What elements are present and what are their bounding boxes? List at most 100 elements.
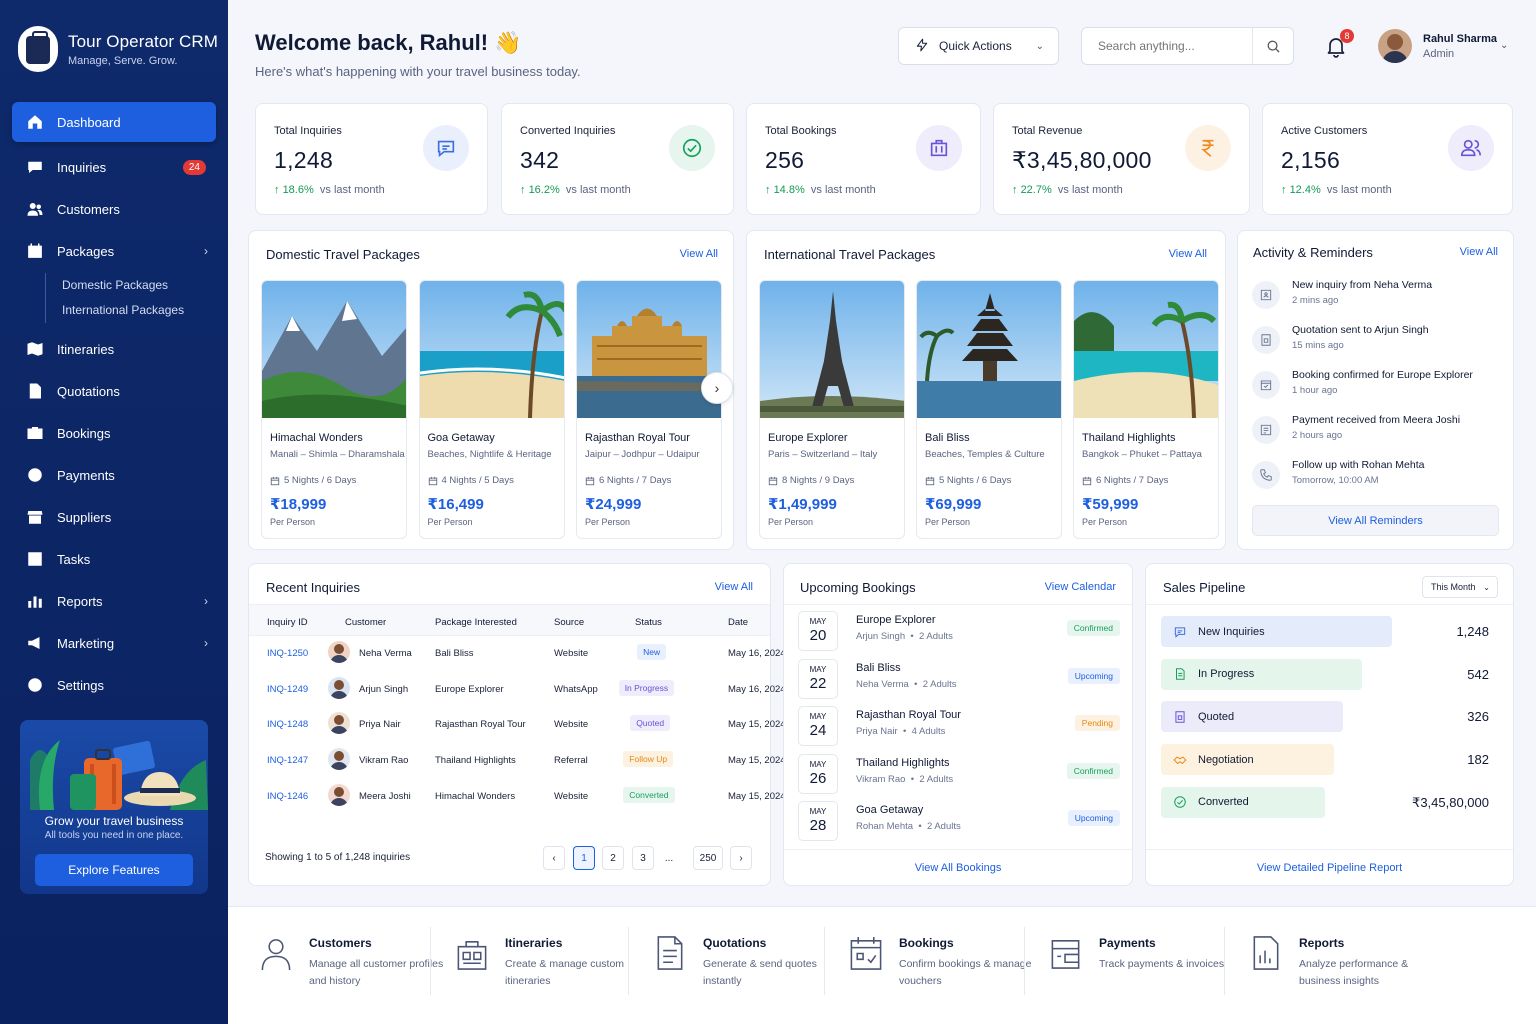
- calendar-icon: [26, 242, 44, 260]
- sidebar-item-customers[interactable]: Customers: [12, 189, 216, 229]
- booking-day: 22: [809, 674, 827, 692]
- status-badge: Confirmed: [1066, 762, 1120, 779]
- calendar-outline-icon: [849, 935, 883, 971]
- column-header-date[interactable]: Date: [728, 617, 748, 628]
- activity-item[interactable]: Booking confirmed for Europe Explorer 1 …: [1252, 369, 1502, 409]
- customer-name: Vikram Rao: [359, 755, 409, 767]
- column-header-inquiry-id[interactable]: Inquiry ID: [267, 617, 308, 628]
- chevron-down-icon[interactable]: ⌄: [1500, 40, 1508, 51]
- column-header-customer[interactable]: Customer: [345, 617, 386, 628]
- view-pipeline-report-link[interactable]: View Detailed Pipeline Report: [1146, 849, 1513, 885]
- package-card-rajasthan-royal-tour[interactable]: Rajasthan Royal Tour Jaipur – Jodhpur – …: [576, 280, 722, 539]
- booking-item[interactable]: MAY 22 Bali Bliss Neha Verma • 2 Adults U…: [798, 656, 1120, 702]
- view-calendar-link[interactable]: View Calendar: [1045, 581, 1116, 593]
- inquiry-id-link[interactable]: INQ-1250: [267, 648, 308, 659]
- table-row[interactable]: INQ-1250 Neha Verma Bali Bliss Website N…: [249, 636, 786, 672]
- search-button[interactable]: [1252, 28, 1293, 64]
- view-all-bookings-link[interactable]: View All Bookings: [784, 849, 1132, 885]
- feature-payments[interactable]: Payments Track payments & invoices: [1049, 931, 1244, 1001]
- activity-item[interactable]: Quotation sent to Arjun Singh 15 mins ag…: [1252, 324, 1502, 364]
- stat-card-total-revenue[interactable]: Total Revenue ₹3,45,80,000 ↑ 22.7% vs la…: [993, 103, 1250, 215]
- pipeline-stage-quoted[interactable]: Quoted: [1161, 701, 1343, 733]
- column-header-status[interactable]: Status: [635, 617, 662, 628]
- sidebar-item-bookings[interactable]: Bookings: [12, 413, 216, 453]
- sidebar-item-suppliers[interactable]: Suppliers: [12, 497, 216, 537]
- period-select[interactable]: This Month ⌄: [1422, 576, 1498, 598]
- pagination-page-2[interactable]: 2: [602, 846, 624, 870]
- stat-card-converted-inquiries[interactable]: Converted Inquiries 342 ↑ 16.2% vs last …: [501, 103, 734, 215]
- package-card-himachal-wonders[interactable]: Himachal Wonders Manali – Shimla – Dhara…: [261, 280, 407, 539]
- stat-value: 256: [765, 147, 805, 173]
- sidebar-item-marketing[interactable]: Marketing ›: [12, 623, 216, 663]
- sidebar-item-quotations[interactable]: Quotations: [12, 371, 216, 411]
- column-header-source[interactable]: Source: [554, 617, 584, 628]
- sidebar-item-label: Inquiries: [57, 159, 107, 175]
- users-icon: [1448, 125, 1494, 171]
- activity-item[interactable]: Payment received from Meera Joshi 2 hour…: [1252, 414, 1502, 454]
- booking-meta: Neha Verma • 2 Adults: [856, 678, 957, 690]
- explore-features-button[interactable]: Explore Features: [35, 854, 193, 886]
- package-name: Rajasthan Royal Tour: [585, 432, 690, 444]
- sidebar-item-payments[interactable]: Payments: [12, 455, 216, 495]
- sidebar-item-tasks[interactable]: Tasks: [12, 539, 216, 579]
- sidebar-item-dashboard[interactable]: Dashboard: [12, 102, 216, 142]
- sidebar-subitem-international-packages[interactable]: International Packages: [62, 298, 216, 323]
- sidebar-item-inquiries[interactable]: Inquiries 24: [12, 147, 216, 187]
- column-header-package-interested[interactable]: Package Interested: [435, 617, 517, 628]
- sidebar-item-packages[interactable]: Packages ›: [12, 231, 216, 271]
- inquiry-id-link[interactable]: INQ-1248: [267, 719, 308, 730]
- package-card-goa-getaway[interactable]: Goa Getaway Beaches, Nightlife & Heritag…: [418, 280, 565, 539]
- pagination-prev-button[interactable]: ‹: [543, 846, 565, 870]
- table-row[interactable]: INQ-1246 Meera Joshi Himachal Wonders We…: [249, 779, 786, 815]
- pagination-next-button[interactable]: ›: [730, 846, 752, 870]
- stat-card-active-customers[interactable]: Active Customers 2,156 ↑ 12.4% vs last m…: [1262, 103, 1513, 215]
- stat-card-total-inquiries[interactable]: Total Inquiries 1,248 ↑ 18.6% vs last mo…: [255, 103, 488, 215]
- activity-item[interactable]: New inquiry from Neha Verma 2 mins ago: [1252, 279, 1502, 319]
- user-menu[interactable]: Rahul Sharma Admin: [1378, 29, 1497, 63]
- pipeline-stage-new-inquiries[interactable]: New Inquiries: [1161, 616, 1392, 647]
- booking-item[interactable]: MAY 28 Goa Getaway Rohan Mehta • 2 Adults…: [798, 798, 1120, 844]
- pagination-page-1[interactable]: 1: [573, 846, 595, 870]
- package-card-bali-bliss[interactable]: Bali Bliss Beaches, Temples & Culture 5 …: [916, 280, 1062, 539]
- sidebar-item-settings[interactable]: Settings: [12, 665, 216, 705]
- pipeline-stage-in-progress[interactable]: In Progress: [1161, 658, 1362, 690]
- quick-actions-button[interactable]: Quick Actions ⌄: [898, 27, 1059, 65]
- booking-item[interactable]: MAY 26 Thailand Highlights Vikram Rao • 2…: [798, 751, 1120, 797]
- inquiries-view-all-link[interactable]: View All: [715, 581, 753, 593]
- booking-item[interactable]: MAY 24 Rajasthan Royal Tour Priya Nair • …: [798, 703, 1120, 749]
- stat-card-total-bookings[interactable]: Total Bookings 256 ↑ 14.8% vs last month: [746, 103, 981, 215]
- activity-view-all-link[interactable]: View All: [1460, 246, 1498, 258]
- activity-item[interactable]: Follow up with Rohan Mehta Tomorrow, 10:…: [1252, 459, 1502, 499]
- pipeline-stage-converted[interactable]: Converted: [1161, 786, 1325, 818]
- search-input[interactable]: [1082, 39, 1252, 53]
- feature-reports[interactable]: Reports Analyze performance & business i…: [1249, 931, 1444, 1001]
- pagination-page-3[interactable]: 3: [632, 846, 654, 870]
- activity-title: Payment received from Meera Joshi: [1292, 414, 1461, 426]
- table-row[interactable]: INQ-1247 Vikram Rao Thailand Highlights …: [249, 743, 786, 779]
- booking-item[interactable]: MAY 20 Europe Explorer Arjun Singh • 2 Ad…: [798, 608, 1120, 654]
- inquiry-id-link[interactable]: INQ-1249: [267, 684, 308, 695]
- table-row[interactable]: INQ-1249 Arjun Singh Europe Explorer Wha…: [249, 672, 786, 708]
- store-icon: [26, 508, 44, 526]
- sidebar-item-reports[interactable]: Reports ›: [12, 581, 216, 621]
- pipeline-stage-negotiation[interactable]: Negotiation: [1161, 744, 1334, 776]
- sidebar-subitem-domestic-packages[interactable]: Domestic Packages: [62, 273, 216, 298]
- feature-quotations[interactable]: Quotations Generate & send quotes instan…: [653, 931, 848, 1001]
- divider: [1224, 927, 1225, 995]
- table-row[interactable]: INQ-1248 Priya Nair Rajasthan Royal Tour…: [249, 707, 786, 743]
- sidebar-item-itineraries[interactable]: Itineraries: [12, 329, 216, 369]
- brand[interactable]: Tour Operator CRM Manage, Serve. Grow.: [18, 26, 218, 72]
- feature-itineraries[interactable]: Itineraries Create & manage custom itine…: [455, 931, 650, 1001]
- package-card-europe-explorer[interactable]: Europe Explorer Paris – Switzerland – It…: [759, 280, 905, 539]
- domestic-view-all-link[interactable]: View All: [680, 248, 718, 260]
- international-view-all-link[interactable]: View All: [1169, 248, 1207, 260]
- feature-bookings[interactable]: Bookings Confirm bookings & manage vouch…: [849, 931, 1044, 1001]
- package-name: Bali Bliss: [925, 432, 970, 444]
- package-card-thailand-highlights[interactable]: Thailand Highlights Bangkok – Phuket – P…: [1073, 280, 1219, 539]
- pagination-page-250[interactable]: 250: [693, 846, 723, 870]
- feature-customers[interactable]: Customers Manage all customer profiles a…: [259, 931, 454, 1001]
- view-all-reminders-button[interactable]: View All Reminders: [1252, 505, 1499, 536]
- inquiry-id-link[interactable]: INQ-1247: [267, 755, 308, 766]
- carousel-next-button[interactable]: ›: [701, 372, 733, 404]
- inquiry-id-link[interactable]: INQ-1246: [267, 791, 308, 802]
